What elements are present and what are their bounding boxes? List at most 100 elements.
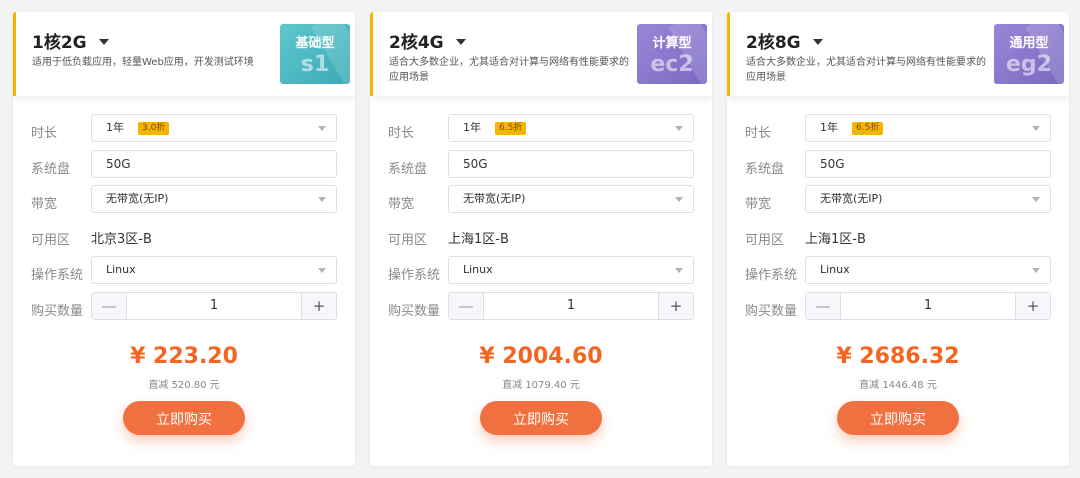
bandwidth-label: 带宽 — [31, 197, 58, 212]
plan-card-2: 2核4G 适合大多数企业，尤其适合对计算与网络有性能要求的应用场景 计算型 ec… — [370, 12, 712, 466]
os-value: Linux — [106, 263, 136, 276]
zone-label: 可用区 — [31, 232, 71, 248]
minus-icon[interactable]: — — [449, 292, 483, 319]
plus-icon[interactable]: + — [302, 292, 336, 319]
os-value: Linux — [820, 263, 850, 276]
os-select[interactable]: Linux — [448, 256, 694, 284]
disk-input[interactable]: 50G — [91, 149, 337, 178]
minus-icon[interactable]: — — [806, 292, 840, 319]
spec-description: 适合大多数企业，尤其适合对计算与网络有性能要求的应用场景 — [746, 57, 986, 83]
chevron-down-icon[interactable] — [812, 38, 823, 45]
duration-label: 时长 — [31, 126, 58, 141]
quantity-stepper: — 1 + — [91, 291, 337, 320]
bandwidth-select[interactable]: 无带宽(无IP) — [91, 185, 337, 213]
buy-now-button[interactable]: 立即购买 — [480, 401, 602, 435]
zone-value: 北京3区-B — [91, 231, 152, 247]
duration-select[interactable]: 1年 6.5折 — [805, 114, 1051, 142]
disk-label: 系统盘 — [745, 161, 785, 177]
os-label: 操作系统 — [31, 268, 84, 283]
zone-value: 上海1区-B — [448, 231, 509, 247]
disk-input[interactable]: 50G — [805, 149, 1051, 178]
discount-badge: 6.5折 — [495, 121, 527, 135]
os-label: 操作系统 — [388, 268, 441, 283]
chevron-down-icon — [1032, 197, 1040, 202]
quantity-input[interactable]: 1 — [840, 292, 1016, 319]
card-header: 1核2G 适用于低负载应用，轻量Web应用，开发测试环境 基础型 s1 — [13, 12, 355, 96]
config-form: 时长 1年 6.5折 系统盘 50G 带宽 无带宽(无IP) 可用区 上海1区-B… — [370, 114, 712, 327]
discount-badge: 6.5折 — [852, 121, 884, 135]
zone-label: 可用区 — [388, 232, 428, 248]
price: ¥ 223.20 — [130, 344, 238, 369]
badge-code: s1 — [300, 52, 330, 77]
minus-icon[interactable]: — — [92, 292, 126, 319]
spec-title: 2核4G — [389, 33, 444, 53]
os-select[interactable]: Linux — [91, 256, 337, 284]
chevron-down-icon[interactable] — [98, 38, 109, 45]
saving-text: 直减 520.80 元 — [148, 380, 220, 391]
chevron-down-icon — [675, 268, 683, 273]
chevron-down-icon — [675, 126, 683, 131]
duration-select[interactable]: 1年 3.0折 — [91, 114, 337, 142]
card-header: 2核4G 适合大多数企业，尤其适合对计算与网络有性能要求的应用场景 计算型 ec… — [370, 12, 712, 96]
disk-label: 系统盘 — [31, 161, 71, 177]
spec-selector[interactable]: 1核2G — [32, 28, 109, 53]
qty-label: 购买数量 — [388, 303, 441, 319]
bandwidth-value: 无带宽(无IP) — [463, 192, 526, 205]
spec-selector[interactable]: 2核4G — [389, 28, 466, 53]
chevron-down-icon — [1032, 268, 1040, 273]
saving-text: 直减 1079.40 元 — [502, 380, 580, 391]
plus-icon[interactable]: + — [659, 292, 693, 319]
chevron-down-icon — [675, 197, 683, 202]
plan-card-3: 2核8G 适合大多数企业，尤其适合对计算与网络有性能要求的应用场景 通用型 eg… — [727, 12, 1069, 466]
buy-now-button[interactable]: 立即购买 — [123, 401, 245, 435]
bandwidth-value: 无带宽(无IP) — [106, 192, 169, 205]
bandwidth-label: 带宽 — [745, 197, 772, 212]
quantity-stepper: — 1 + — [448, 291, 694, 320]
bandwidth-select[interactable]: 无带宽(无IP) — [448, 185, 694, 213]
os-label: 操作系统 — [745, 268, 798, 283]
duration-value: 1年 — [106, 121, 124, 134]
os-value: Linux — [463, 263, 493, 276]
duration-value: 1年 — [463, 121, 481, 134]
instance-type-badge: 基础型 s1 — [280, 24, 350, 84]
config-form: 时长 1年 6.5折 系统盘 50G 带宽 无带宽(无IP) 可用区 上海1区-B… — [727, 114, 1069, 327]
duration-select[interactable]: 1年 6.5折 — [448, 114, 694, 142]
instance-type-badge: 通用型 eg2 — [994, 24, 1064, 84]
chevron-down-icon — [318, 197, 326, 202]
card-header: 2核8G 适合大多数企业，尤其适合对计算与网络有性能要求的应用场景 通用型 eg… — [727, 12, 1069, 96]
quantity-input[interactable]: 1 — [126, 292, 302, 319]
badge-code: ec2 — [650, 52, 694, 77]
badge-title: 通用型 — [1009, 36, 1049, 51]
zone-value: 上海1区-B — [805, 231, 866, 247]
disk-input[interactable]: 50G — [448, 149, 694, 178]
os-select[interactable]: Linux — [805, 256, 1051, 284]
bandwidth-label: 带宽 — [388, 197, 415, 212]
chevron-down-icon — [318, 268, 326, 273]
badge-title: 计算型 — [652, 36, 692, 51]
qty-label: 购买数量 — [745, 303, 798, 319]
chevron-down-icon[interactable] — [455, 38, 466, 45]
disk-label: 系统盘 — [388, 161, 428, 177]
config-form: 时长 1年 3.0折 系统盘 50G 带宽 无带宽(无IP) 可用区 北京3区-B… — [13, 114, 355, 327]
saving-text: 直减 1446.48 元 — [859, 380, 937, 391]
zone-label: 可用区 — [745, 232, 785, 248]
spec-description: 适合大多数企业，尤其适合对计算与网络有性能要求的应用场景 — [389, 57, 629, 83]
duration-value: 1年 — [820, 121, 838, 134]
bandwidth-value: 无带宽(无IP) — [820, 192, 883, 205]
buy-now-button[interactable]: 立即购买 — [837, 401, 959, 435]
spec-title: 2核8G — [746, 33, 801, 53]
chevron-down-icon — [318, 126, 326, 131]
bandwidth-select[interactable]: 无带宽(无IP) — [805, 185, 1051, 213]
duration-label: 时长 — [388, 126, 415, 141]
quantity-input[interactable]: 1 — [483, 292, 659, 319]
chevron-down-icon — [1032, 126, 1040, 131]
duration-label: 时长 — [745, 126, 772, 141]
plan-card-1: 1核2G 适用于低负载应用，轻量Web应用，开发测试环境 基础型 s1 时长 1… — [13, 12, 355, 466]
spec-description: 适用于低负载应用，轻量Web应用，开发测试环境 — [32, 57, 254, 68]
spec-selector[interactable]: 2核8G — [746, 28, 823, 53]
discount-badge: 3.0折 — [138, 121, 170, 135]
instance-type-badge: 计算型 ec2 — [637, 24, 707, 84]
plus-icon[interactable]: + — [1016, 292, 1050, 319]
qty-label: 购买数量 — [31, 303, 84, 319]
price: ¥ 2686.32 — [836, 344, 960, 369]
